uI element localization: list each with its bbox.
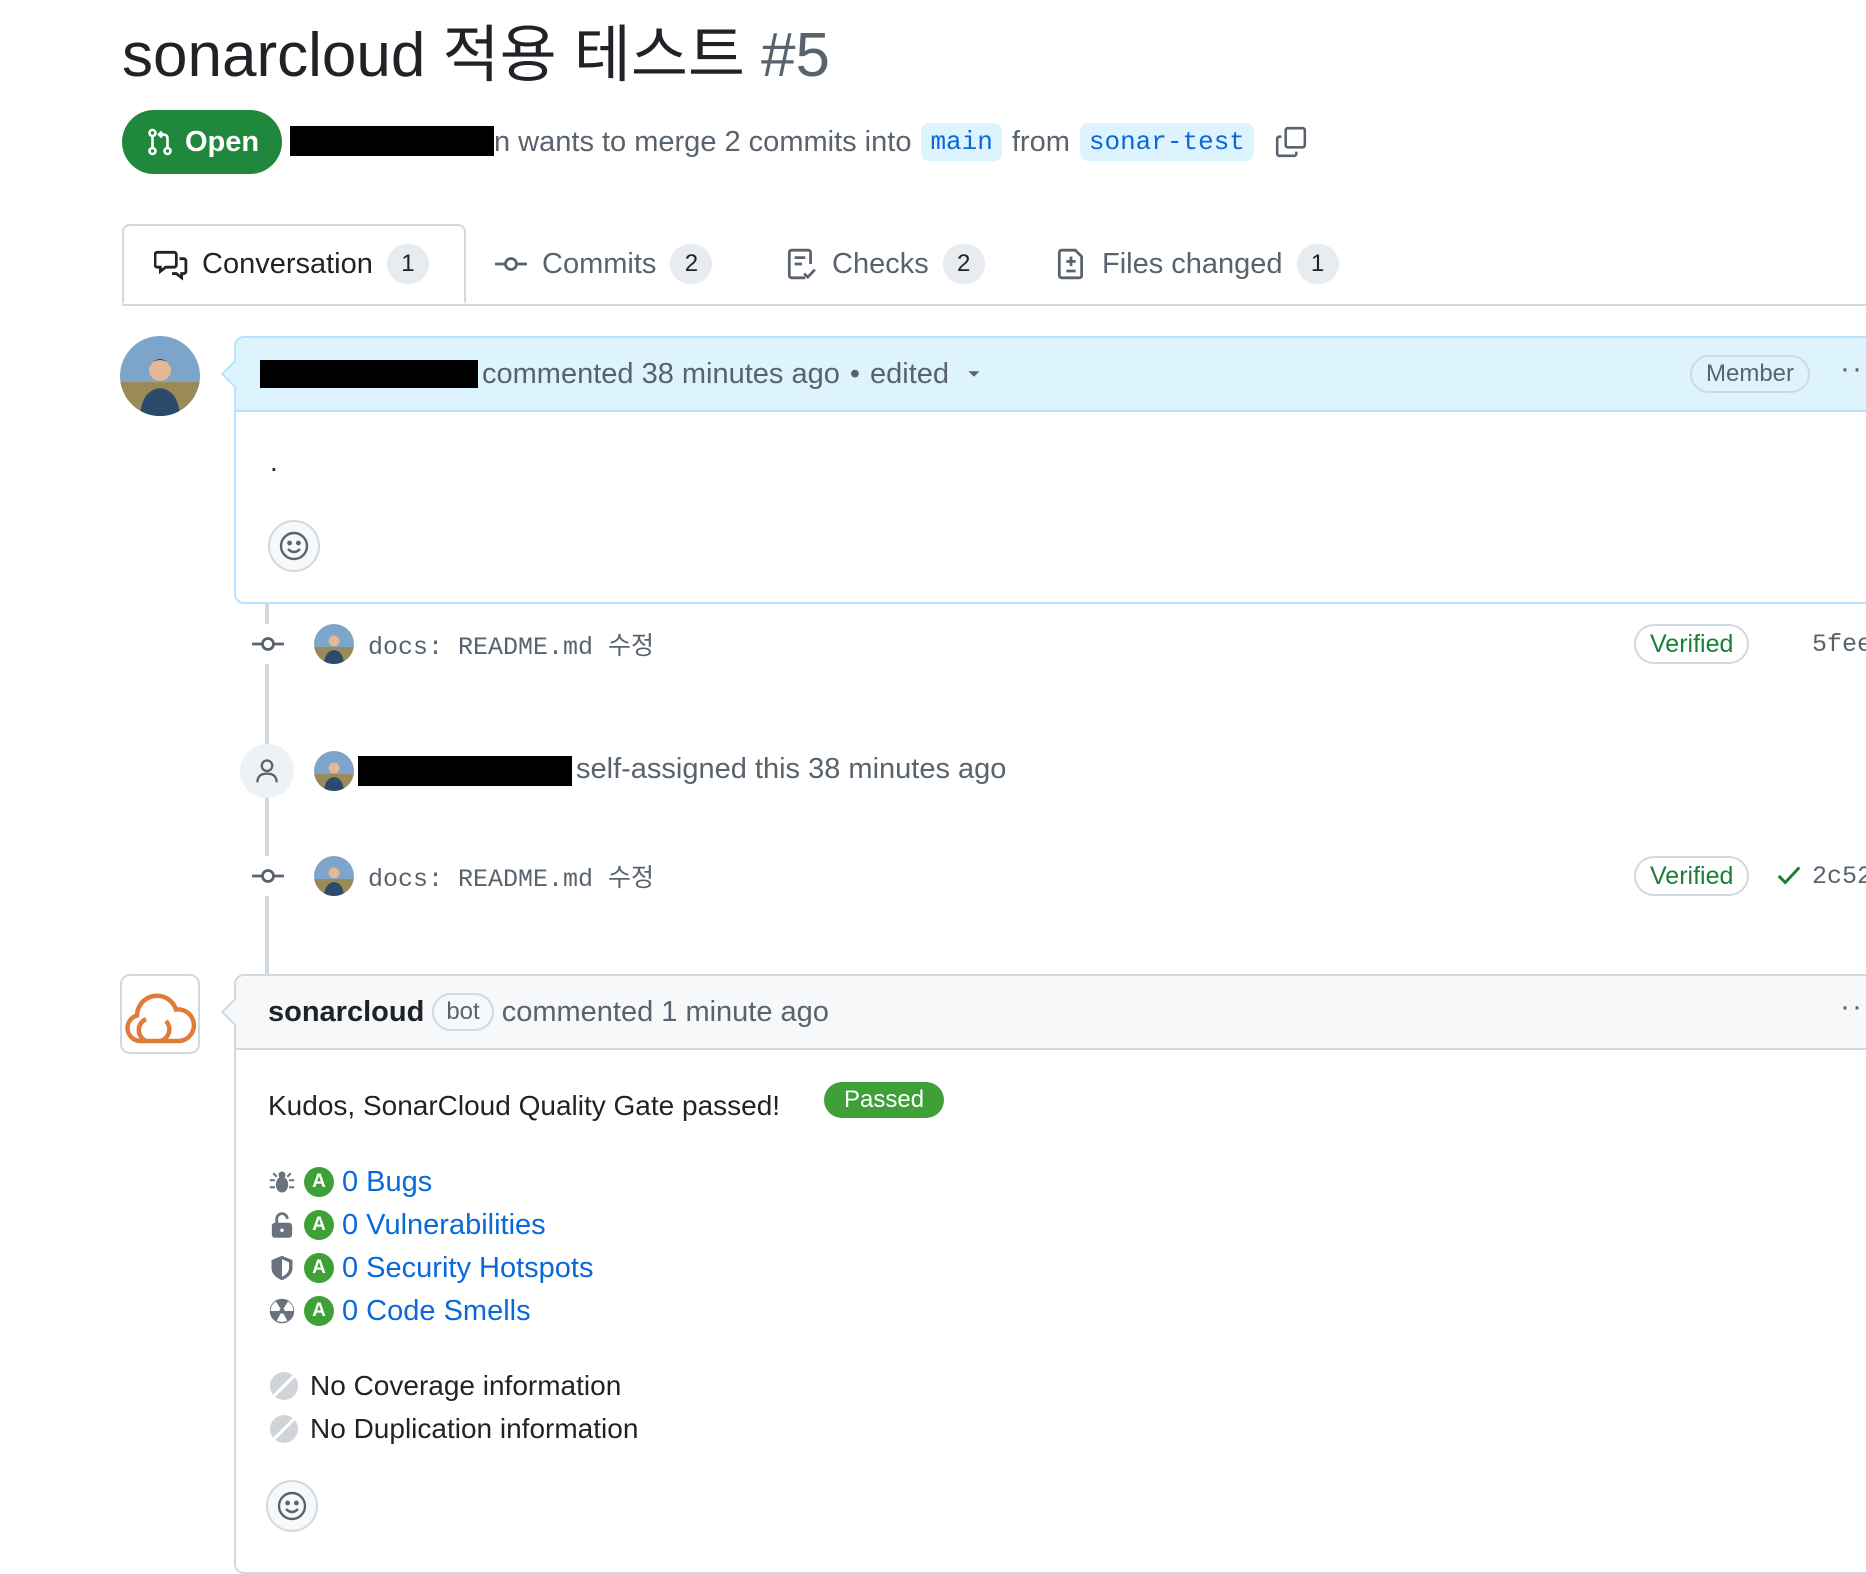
code-smells-link[interactable]: 0 Code Smells	[342, 1295, 531, 1328]
merge-summary: n wants to merge 2 commits into main fro…	[494, 118, 1308, 166]
assign-event-text: self-assigned this 38 minutes ago	[576, 753, 1007, 785]
sonarcloud-logo-icon	[125, 993, 197, 1044]
coverage-info: No Coverage information	[268, 1366, 621, 1406]
tab-label: Conversation	[202, 247, 373, 280]
edited-dropdown[interactable]: edited	[870, 358, 949, 391]
git-commit-icon	[248, 856, 288, 896]
tab-count: 1	[1296, 244, 1339, 284]
timeline-commit: docs: README.md 수정	[248, 856, 654, 896]
commit-author-avatar[interactable]	[314, 856, 354, 896]
redacted-assigner	[358, 756, 572, 786]
comment-meta: commented 38 minutes ago • edited	[482, 338, 985, 410]
shield-icon	[268, 1254, 296, 1282]
comment-time[interactable]: commented 1 minute ago	[502, 996, 829, 1029]
grade-badge: A	[304, 1253, 334, 1283]
metric-vulnerabilities: A 0 Vulnerabilities	[268, 1205, 546, 1245]
merge-text: n wants to merge 2 commits into	[494, 125, 912, 158]
pr-title: sonarcloud 적용 테스트 #5	[122, 18, 830, 94]
person-icon	[240, 744, 294, 798]
add-reaction-button[interactable]	[268, 520, 320, 572]
vulnerabilities-link[interactable]: 0 Vulnerabilities	[342, 1209, 546, 1242]
tab-count: 2	[942, 244, 985, 284]
bot-badge: bot	[432, 993, 494, 1031]
timeline-commit: docs: README.md 수정	[248, 624, 654, 664]
pr-tabs: Conversation 1 Commits 2 Checks 2 Files …	[122, 224, 1866, 306]
no-data-icon	[270, 1415, 298, 1443]
bug-icon	[268, 1168, 296, 1196]
author-avatar[interactable]	[120, 336, 200, 416]
security-hotspots-link[interactable]: 0 Security Hotspots	[342, 1252, 593, 1285]
comment-time[interactable]: commented 38 minutes ago	[482, 358, 840, 391]
kebab-menu-icon[interactable]: ···	[1840, 352, 1866, 386]
bot-author-name[interactable]: sonarcloud	[268, 996, 424, 1029]
grade-badge: A	[304, 1210, 334, 1240]
commit-author-avatar[interactable]	[314, 624, 354, 664]
coverage-text: No Coverage information	[310, 1370, 622, 1401]
checklist-icon	[787, 248, 816, 280]
comment-card-author: commented 38 minutes ago • edited Member…	[220, 336, 1866, 604]
tab-conversation[interactable]: Conversation 1	[122, 224, 466, 304]
base-branch[interactable]: main	[921, 123, 1002, 161]
duplication-info: No Duplication information	[268, 1409, 638, 1449]
pr-state-badge: Open	[122, 110, 282, 174]
no-data-icon	[270, 1372, 298, 1400]
comment-header	[236, 338, 1866, 412]
comment-discussion-icon	[154, 250, 188, 281]
redacted-author	[290, 126, 494, 156]
tab-commits[interactable]: Commits 2	[494, 224, 713, 304]
tab-count: 2	[670, 244, 713, 284]
comment-body: .	[270, 446, 278, 477]
unlock-icon	[268, 1211, 296, 1239]
tab-checks[interactable]: Checks 2	[784, 224, 985, 304]
triangle-down-icon[interactable]	[963, 363, 985, 385]
quality-gate-status-badge[interactable]: Passed	[824, 1082, 945, 1118]
git-pull-request-icon	[148, 128, 172, 156]
metric-security-hotspots: A 0 Security Hotspots	[268, 1248, 593, 1288]
git-commit-icon	[248, 624, 288, 664]
tab-label: Files changed	[1102, 247, 1283, 280]
git-commit-icon	[495, 257, 527, 271]
kebab-menu-icon[interactable]: ···	[1840, 990, 1866, 1024]
smiley-icon	[277, 1491, 307, 1521]
assigner-avatar[interactable]	[314, 751, 354, 791]
smiley-icon	[279, 531, 309, 561]
grade-badge: A	[304, 1167, 334, 1197]
tab-label: Commits	[542, 247, 657, 280]
check-icon[interactable]	[1774, 860, 1804, 890]
sonarcloud-avatar[interactable]	[120, 974, 200, 1054]
timeline-assign-event	[240, 744, 354, 798]
commit-sha[interactable]: 2c52	[1812, 862, 1866, 891]
duplication-text: No Duplication information	[310, 1413, 639, 1444]
verified-badge[interactable]: Verified	[1634, 624, 1750, 664]
pr-state-label: Open	[184, 125, 260, 158]
add-reaction-button[interactable]	[266, 1480, 318, 1532]
commit-sha[interactable]: 5fee	[1812, 630, 1866, 659]
grade-badge: A	[304, 1296, 334, 1326]
copy-icon[interactable]	[1274, 125, 1308, 159]
verified-badge[interactable]: Verified	[1634, 856, 1750, 896]
meta-separator: •	[849, 357, 861, 390]
bugs-link[interactable]: 0 Bugs	[342, 1166, 432, 1199]
pr-title-text: sonarcloud 적용 테스트	[122, 21, 745, 90]
quality-gate-headline: Kudos, SonarCloud Quality Gate passed!	[268, 1090, 781, 1121]
commit-message[interactable]: docs: README.md 수정	[368, 626, 654, 662]
member-badge: Member	[1690, 355, 1811, 393]
pr-number: #5	[760, 21, 830, 90]
head-branch[interactable]: sonar-test	[1079, 123, 1254, 161]
tab-label: Checks	[832, 247, 929, 280]
from-text: from	[1011, 125, 1070, 158]
metric-code-smells: A 0 Code Smells	[268, 1291, 531, 1331]
redacted-commenter	[260, 360, 478, 388]
comment-meta: sonarcloud bot commented 1 minute ago	[268, 976, 829, 1048]
metric-bugs: A 0 Bugs	[268, 1162, 432, 1202]
commit-message[interactable]: docs: README.md 수정	[368, 858, 654, 894]
tab-files-changed[interactable]: Files changed 1	[1054, 224, 1339, 304]
file-diff-icon	[1057, 248, 1084, 280]
tab-count: 1	[386, 244, 429, 284]
code-smell-icon	[268, 1297, 296, 1325]
